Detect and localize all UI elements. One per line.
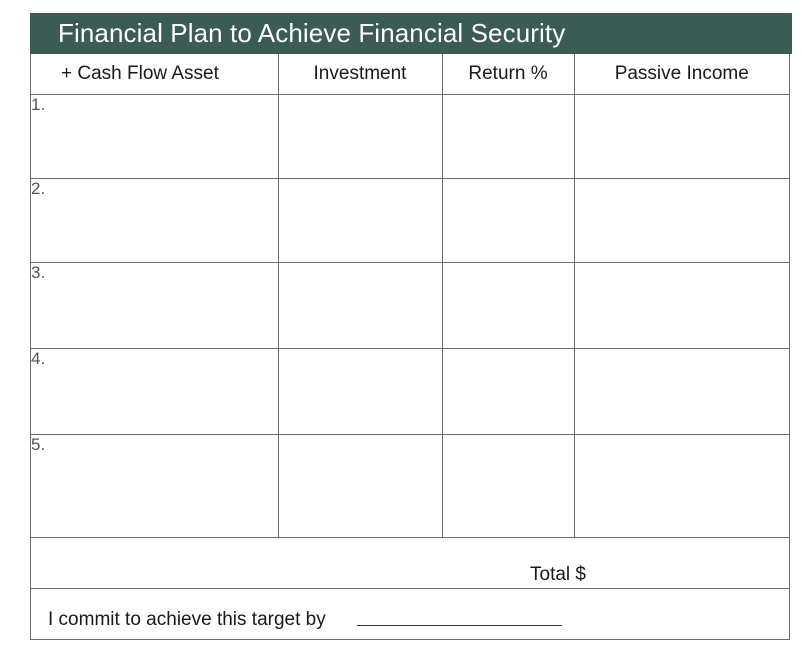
investment-cell[interactable]	[277, 93, 443, 179]
asset-cell[interactable]: 2.	[31, 177, 279, 263]
commitment-row: I commit to achieve this target by	[31, 589, 789, 639]
passive-income-cell[interactable]	[573, 347, 789, 435]
investment-cell[interactable]	[277, 261, 443, 349]
total-label: Total $	[530, 564, 586, 585]
table-row: 1.	[31, 93, 789, 179]
return-cell[interactable]	[441, 177, 575, 263]
investment-cell[interactable]	[277, 347, 443, 435]
investment-cell[interactable]	[277, 177, 443, 263]
financial-plan-form: Financial Plan to Achieve Financial Secu…	[30, 13, 792, 640]
row-number: 5.	[31, 434, 46, 454]
table-row: 2.	[31, 177, 789, 263]
return-cell[interactable]	[441, 261, 575, 349]
passive-income-cell[interactable]	[573, 177, 789, 263]
passive-income-cell[interactable]	[573, 433, 789, 538]
row-number: 2.	[31, 178, 46, 198]
asset-cell[interactable]: 1.	[31, 93, 279, 179]
commitment-label: I commit to achieve this target by	[48, 609, 326, 630]
passive-income-cell[interactable]	[573, 93, 789, 179]
asset-cell[interactable]: 5.	[31, 433, 279, 538]
column-header-cash-flow-asset: + Cash Flow Asset	[31, 54, 279, 95]
column-header-passive-income: Passive Income	[573, 54, 789, 95]
row-number: 3.	[31, 262, 46, 282]
column-header-investment: Investment	[277, 54, 443, 95]
table-row: 3.	[31, 261, 789, 349]
return-cell[interactable]	[441, 93, 575, 179]
table-row: 5.	[31, 433, 789, 538]
plan-table: + Cash Flow Asset Investment Return % Pa…	[31, 54, 789, 538]
target-date-blank[interactable]	[357, 625, 562, 626]
passive-income-cell[interactable]	[573, 261, 789, 349]
row-number: 4.	[31, 348, 46, 368]
table-header-row: + Cash Flow Asset Investment Return % Pa…	[31, 54, 789, 95]
total-row: Total $	[31, 537, 789, 589]
investment-cell[interactable]	[277, 433, 443, 538]
row-number: 1.	[31, 94, 46, 114]
form-title: Financial Plan to Achieve Financial Secu…	[30, 13, 792, 54]
asset-cell[interactable]: 3.	[31, 261, 279, 349]
return-cell[interactable]	[441, 433, 575, 538]
column-header-return: Return %	[441, 54, 575, 95]
asset-cell[interactable]: 4.	[31, 347, 279, 435]
return-cell[interactable]	[441, 347, 575, 435]
table-row: 4.	[31, 347, 789, 435]
